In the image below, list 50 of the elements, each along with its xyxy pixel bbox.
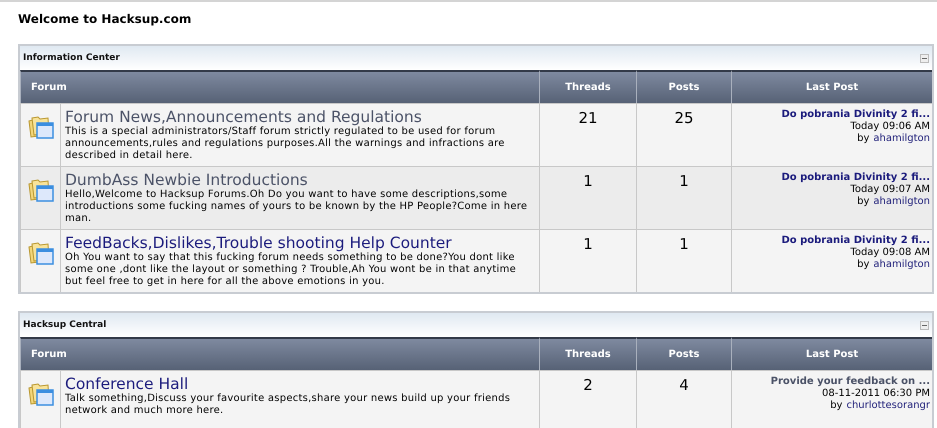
last-post-time: Today 09:08 AM <box>850 247 930 259</box>
column-header: Last Post <box>731 70 932 103</box>
by-label: by <box>857 196 870 208</box>
last-post-link[interactable]: Do pobrania Divinity 2 fi... <box>781 109 930 121</box>
post-count: 25 <box>674 109 694 127</box>
username-link[interactable]: ahamilgton <box>873 196 930 208</box>
column-header: Posts <box>636 337 731 370</box>
collapse-button[interactable] <box>920 54 929 62</box>
collapse-button[interactable] <box>920 320 929 330</box>
column-header: Threads <box>539 337 636 370</box>
column-header: Forum <box>20 337 539 370</box>
by-label: by <box>857 259 870 271</box>
forum-description: Hello,Welcome to Hacksup Forums.Oh Do you want to have some descriptions,some introductions some fucking names of yours to be known by the HP People?Come in here man. <box>65 189 528 225</box>
username-link[interactable]: ahamilgton <box>873 133 930 145</box>
forum-description: Talk something,Discuss your favourite aspects,share your news build up your friends network and much more here. <box>65 393 512 417</box>
thread-count: 1 <box>583 235 593 253</box>
post-count: 1 <box>679 235 689 253</box>
thread-count: 21 <box>578 109 598 127</box>
username-link[interactable]: ahamilgton <box>873 259 930 271</box>
last-post-link[interactable]: Do pobrania Divinity 2 fi... <box>781 172 930 184</box>
thread-count: 1 <box>583 172 593 190</box>
column-header: Threads <box>539 70 636 103</box>
forum-description: Oh You want to say that this fucking forum needs something to be done?You dont like some one ,dont like the layout or something ? Trouble,Ah You wont be in that anytime but feel free to get in here for all the above emotions in you. <box>65 252 517 288</box>
minus-icon <box>922 324 927 326</box>
by-label: by <box>830 400 842 412</box>
last-post-time: Today 09:07 AM <box>850 184 930 196</box>
column-header: Last Post <box>731 337 932 370</box>
column-header: Posts <box>636 70 731 103</box>
post-count: 4 <box>679 376 689 394</box>
post-count: 1 <box>679 172 689 190</box>
folder-icon <box>26 178 54 204</box>
forum-title-link[interactable]: FeedBacks,Dislikes,Trouble shooting Help Counter <box>65 234 535 252</box>
username-link[interactable]: churlottesorangr <box>846 400 930 412</box>
forum-description: This is a special administrators/Staff forum strictly regulated to be used for forum announcements,rules and regulations purposes.All the warnings and infractions are described in detail here. <box>65 126 506 162</box>
section-title: Information Center <box>23 53 120 63</box>
forum-title-link[interactable]: DumbAss Newbie Introductions <box>65 171 535 189</box>
thread-count: 2 <box>583 376 593 394</box>
last-post-time: 08-11-2011 06:30 PM <box>822 388 930 400</box>
by-label: by <box>857 133 870 145</box>
page-title: Welcome to Hacksup.com <box>18 11 192 28</box>
folder-icon <box>26 241 54 267</box>
last-post-time: Today 09:06 AM <box>850 121 930 133</box>
section-title: Hacksup Central <box>23 320 106 330</box>
last-post-link[interactable]: Do pobrania Divinity 2 fi... <box>781 235 930 247</box>
forum-title-link[interactable]: Forum News,Announcements and Regulations <box>65 108 535 126</box>
folder-icon <box>26 382 54 408</box>
column-header: Forum <box>20 70 539 103</box>
last-post-link[interactable]: Provide your feedback on ... <box>770 376 930 388</box>
forum-title-link[interactable]: Conference Hall <box>65 375 535 393</box>
folder-icon <box>26 115 54 141</box>
